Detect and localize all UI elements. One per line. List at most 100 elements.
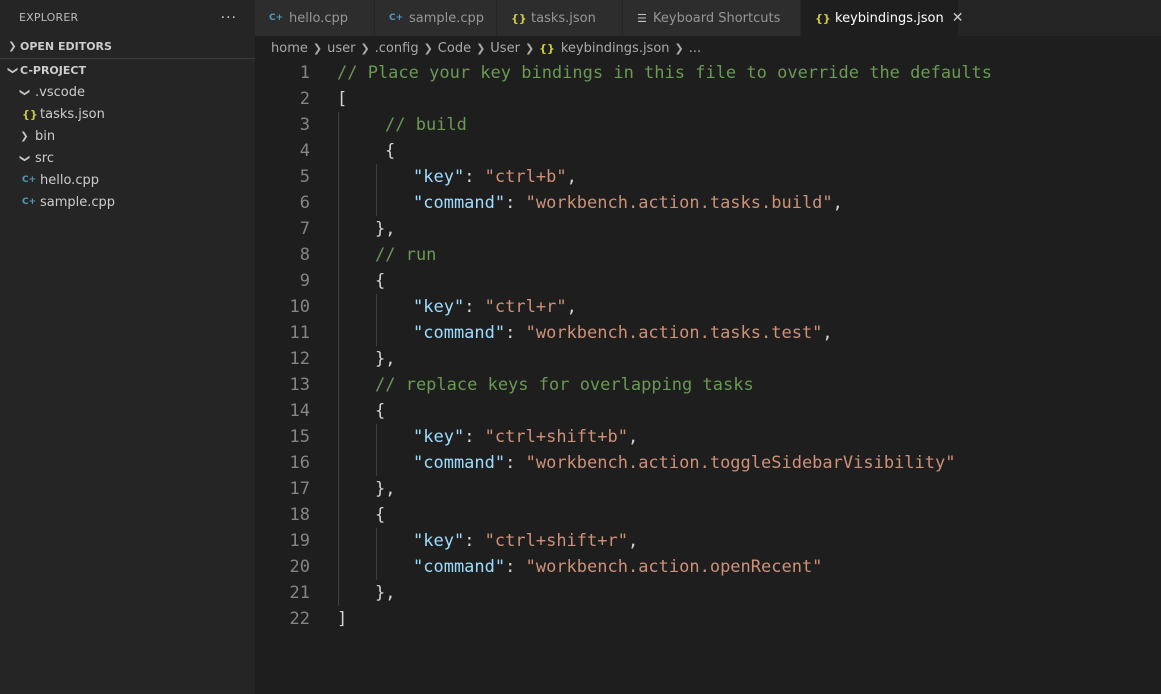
code-line: 17}, xyxy=(255,476,1161,502)
code-token: // run xyxy=(375,245,437,265)
code-line: 20 "command": "workbench.action.openRecen… xyxy=(255,554,1161,580)
code-line: 10 "key": "ctrl+r", xyxy=(255,294,1161,320)
code-token: { xyxy=(375,271,386,291)
breadcrumb-separator-icon: ❯ xyxy=(423,41,433,55)
line-number: 11 xyxy=(289,323,310,343)
tab-keyboard-shortcuts[interactable]: ☰ Keyboard Shortcuts xyxy=(623,0,801,36)
code-text: { xyxy=(375,398,385,424)
breadcrumb-separator-icon: ❯ xyxy=(674,41,684,55)
tree-item[interactable]: C+ hello.cpp xyxy=(0,169,255,191)
explorer-sidebar: EXPLORER ··· ❯ OPEN EDITORS ❯ C-PROJECT … xyxy=(0,0,255,694)
more-actions-icon[interactable]: ··· xyxy=(221,10,237,26)
tab-label: Keyboard Shortcuts xyxy=(653,10,781,26)
code-token: "ctrl+shift+r" xyxy=(484,531,628,551)
code-text: }, xyxy=(375,346,395,372)
breadcrumb: home ❯ user ❯ .config ❯ Code ❯ User ❯ {} keybinding… xyxy=(271,37,701,59)
code-token: : xyxy=(505,193,526,213)
code-token: }, xyxy=(375,479,396,499)
code-token: : xyxy=(464,531,485,551)
code-line: 19 "key": "ctrl+shift+r", xyxy=(255,528,1161,554)
cpp-file-icon: C+ xyxy=(389,13,404,23)
line-number: 5 xyxy=(299,167,310,187)
breadcrumb-item[interactable]: .config xyxy=(375,41,419,56)
code-text: // replace keys for overlapping tasks xyxy=(375,372,754,398)
code-text: ] xyxy=(337,606,347,632)
code-token: : xyxy=(505,557,526,577)
code-line: 4{ xyxy=(255,138,1161,164)
code-line: 18 { xyxy=(255,502,1161,528)
code-text: "key": "ctrl+b", xyxy=(413,164,577,190)
code-token: "workbench.action.tasks.build" xyxy=(525,193,833,213)
tree-item[interactable]: ❯ src xyxy=(0,147,255,169)
code-token: "workbench.action.toggleSidebarVisibilit… xyxy=(525,453,956,473)
json-file-icon: {} xyxy=(511,11,527,25)
line-number: 3 xyxy=(299,115,310,135)
line-number: 7 xyxy=(299,219,310,239)
code-text: { xyxy=(375,268,385,294)
code-token: , xyxy=(627,427,639,447)
code-line: 8 // run xyxy=(255,242,1161,268)
indent-guide xyxy=(376,528,377,580)
tab-sample-cpp[interactable]: C+ sample.cpp xyxy=(375,0,497,36)
tab-keybindings-json[interactable]: {} keybindings.json ✕ xyxy=(801,0,963,36)
line-number: 18 xyxy=(289,505,310,525)
breadcrumb-item[interactable]: keybindings.json xyxy=(561,41,670,56)
cpp-file-icon: C+ xyxy=(22,175,37,185)
code-editor[interactable]: 1 // Place your key bindings in this file… xyxy=(255,60,1161,694)
editor-tabs: C+ hello.cpp C+ sample.cpp {} tasks.json ☰ Keyb… xyxy=(255,0,1161,36)
code-token: // build xyxy=(385,115,467,135)
tree-item[interactable]: ❯ bin xyxy=(0,125,255,147)
line-number: 9 xyxy=(299,271,310,291)
code-line: 22] xyxy=(255,606,1161,632)
tab-hello-cpp[interactable]: C+ hello.cpp xyxy=(255,0,375,36)
code-text: }, xyxy=(375,216,395,242)
code-token: { xyxy=(375,401,386,421)
line-number: 2 xyxy=(299,89,310,109)
code-line: 14 { xyxy=(255,398,1161,424)
code-token: }, xyxy=(375,583,396,603)
code-text: "command": "workbench.action.tasks.build… xyxy=(413,190,843,216)
code-line: 16 "command": "workbench.action.toggleSid… xyxy=(255,450,1161,476)
code-line: 21}, xyxy=(255,580,1161,606)
code-line: 5 "key": "ctrl+b", xyxy=(255,164,1161,190)
code-line: 3 // build xyxy=(255,112,1161,138)
code-token: { xyxy=(385,141,396,161)
code-token: "workbench.action.openRecent" xyxy=(525,557,823,577)
code-text: "key": "ctrl+r", xyxy=(413,294,577,320)
tab-label: sample.cpp xyxy=(409,10,485,26)
code-text: { xyxy=(375,502,385,528)
indent-guide xyxy=(338,112,339,606)
code-text: { xyxy=(385,138,395,164)
code-line: 11 "command": "workbench.action.tasks.tes… xyxy=(255,320,1161,346)
tree-item-label: .vscode xyxy=(35,84,85,100)
explorer-header: EXPLORER ··· xyxy=(0,0,255,35)
cpp-file-icon: C+ xyxy=(22,197,37,207)
breadcrumb-item[interactable]: user xyxy=(327,41,355,56)
code-line: 6 "command": "workbench.action.tasks.buil… xyxy=(255,190,1161,216)
breadcrumb-item[interactable]: ... xyxy=(689,41,701,56)
tree-item-label: hello.cpp xyxy=(40,172,99,188)
close-icon[interactable]: ✕ xyxy=(952,10,964,26)
breadcrumb-item[interactable]: User xyxy=(490,41,520,56)
open-editors-section[interactable]: ❯ OPEN EDITORS xyxy=(0,35,255,57)
breadcrumb-item[interactable]: Code xyxy=(438,41,471,56)
code-text: [ xyxy=(337,86,347,112)
breadcrumb-separator-icon: ❯ xyxy=(360,41,370,55)
tree-item-label: bin xyxy=(35,128,56,144)
line-number: 13 xyxy=(289,375,310,395)
project-section[interactable]: ❯ C-PROJECT xyxy=(0,58,255,81)
line-number: 12 xyxy=(289,349,310,369)
code-token: "workbench.action.tasks.test" xyxy=(525,323,823,343)
keyboard-shortcuts-icon: ☰ xyxy=(637,11,647,25)
tab-tasks-json[interactable]: {} tasks.json xyxy=(497,0,623,36)
tree-item[interactable]: {} tasks.json xyxy=(0,103,255,125)
tree-item[interactable]: ❯ .vscode xyxy=(0,81,255,103)
breadcrumb-item[interactable]: home xyxy=(271,41,308,56)
code-text: // build xyxy=(385,112,467,138)
code-token: }, xyxy=(375,219,396,239)
tree-item[interactable]: C+ sample.cpp xyxy=(0,191,255,213)
indent-guide xyxy=(376,164,377,216)
tree-item-label: src xyxy=(35,150,54,166)
indent-guide xyxy=(376,294,377,346)
code-token: "command" xyxy=(413,557,506,577)
